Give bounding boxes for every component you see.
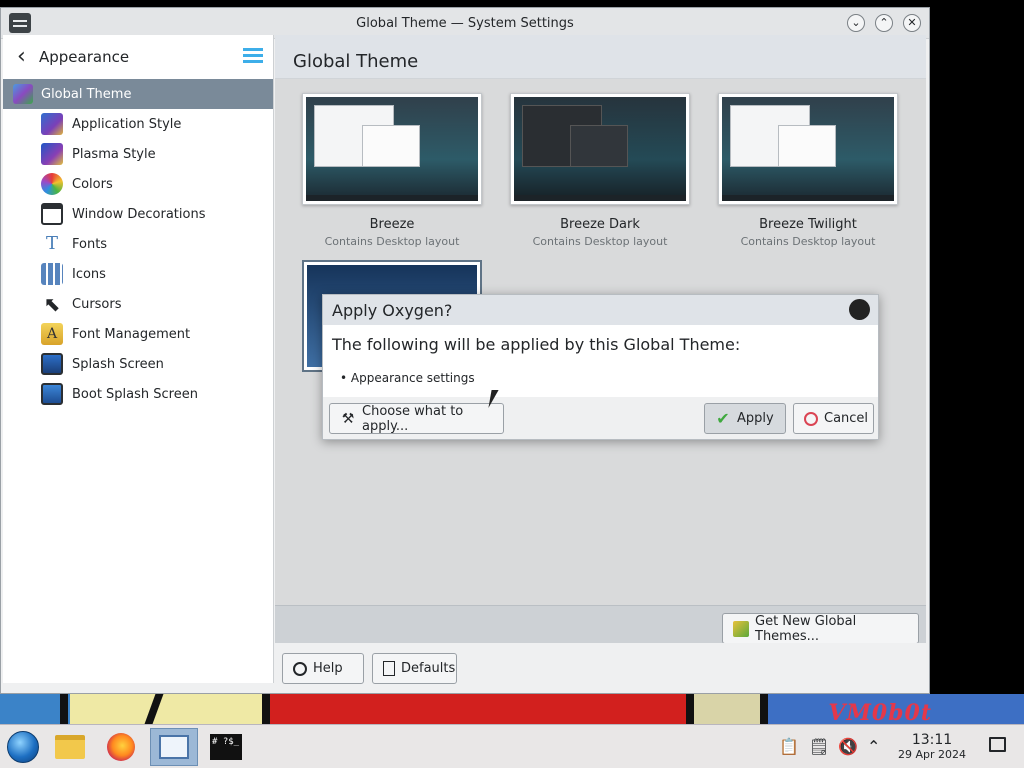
global-theme-icon: [13, 84, 33, 104]
sidebar-back-label[interactable]: Appearance: [39, 48, 129, 66]
dialog-titlebar[interactable]: Apply Oxygen?: [323, 295, 878, 325]
theme-name: Breeze: [369, 217, 415, 232]
clock-time[interactable]: 13:11: [894, 732, 970, 748]
sidebar-item-label: Window Decorations: [72, 206, 206, 222]
taskbar: # ?$_ 📋 🗒 🔇 ⌃: [0, 724, 1024, 768]
tools-icon: ⚒: [341, 410, 355, 427]
checkmark-icon: ✔: [716, 408, 730, 428]
window-title: Global Theme — System Settings: [356, 16, 574, 31]
theme-card-breeze-dark[interactable]: Breeze Dark Contains Desktop layout: [496, 93, 704, 248]
sidebar-item-global-theme[interactable]: Global Theme: [3, 79, 273, 109]
dialog-body: The following will be applied by this Gl…: [323, 325, 878, 397]
tray-expand-icon[interactable]: ⌃: [867, 737, 880, 757]
help-button[interactable]: Help: [282, 653, 364, 684]
plasma-style-icon: [41, 143, 63, 165]
wallpaper-watermark: VM0b0t: [828, 700, 932, 726]
theme-subtitle: Contains Desktop layout: [740, 235, 876, 248]
defaults-button[interactable]: Defaults: [372, 653, 457, 684]
page-title: Global Theme: [275, 35, 926, 79]
download-icon: [733, 620, 749, 637]
sidebar-header: ‹ Appearance: [3, 35, 273, 79]
cursors-icon: ⬉: [43, 292, 61, 316]
show-desktop-icon[interactable]: [989, 737, 1006, 752]
sidebar-item-application-style[interactable]: Application Style: [3, 109, 273, 139]
sidebar-item-label: Fonts: [72, 236, 108, 252]
theme-name: Breeze Dark: [560, 217, 640, 232]
colors-icon: [41, 173, 63, 195]
firefox-launcher[interactable]: [100, 728, 142, 766]
hamburger-menu-icon[interactable]: [243, 48, 263, 64]
boot-splash-screen-icon: [41, 383, 63, 405]
file-manager-launcher[interactable]: [49, 728, 91, 766]
start-orb-icon: [7, 731, 39, 763]
sidebar-item-label: Icons: [72, 266, 106, 282]
sidebar-item-colors[interactable]: Colors: [3, 169, 273, 199]
sidebar-item-plasma-style[interactable]: Plasma Style: [3, 139, 273, 169]
window-decorations-icon: [41, 203, 63, 225]
theme-card-breeze[interactable]: Breeze Contains Desktop layout: [288, 93, 496, 248]
back-arrow-icon[interactable]: ‹: [17, 46, 37, 68]
sidebar-item-icons[interactable]: Icons: [3, 259, 273, 289]
sidebar-item-label: Splash Screen: [72, 356, 164, 372]
apply-theme-dialog: Apply Oxygen? The following will be appl…: [322, 294, 879, 440]
system-settings-task[interactable]: [150, 728, 198, 766]
help-icon: [293, 661, 307, 676]
apply-button[interactable]: ✔ Apply: [704, 403, 786, 434]
minimize-button[interactable]: ⌄: [847, 14, 865, 32]
theme-preview[interactable]: [302, 93, 482, 205]
sidebar-item-label: Global Theme: [41, 86, 132, 102]
notes-icon[interactable]: 🗒: [809, 737, 829, 757]
theme-preview[interactable]: [718, 93, 898, 205]
volume-muted-icon[interactable]: 🔇: [838, 737, 858, 757]
application-style-icon: [41, 113, 63, 135]
theme-name: Breeze Twilight: [759, 217, 857, 232]
sidebar-item-boot-splash-screen[interactable]: Boot Splash Screen: [3, 379, 273, 409]
theme-card-breeze-twilight[interactable]: Breeze Twilight Contains Desktop layout: [704, 93, 912, 248]
font-management-icon: A: [41, 323, 63, 345]
footer: Help Defaults: [275, 643, 926, 684]
sidebar-item-label: Boot Splash Screen: [72, 386, 198, 402]
clock-date[interactable]: 29 Apr 2024: [894, 748, 970, 761]
sidebar-item-fonts[interactable]: T Fonts: [3, 229, 273, 259]
maximize-button[interactable]: ⌃: [875, 14, 893, 32]
dialog-buttons: ⚒ Choose what to apply... ✔ Apply Cancel: [323, 397, 878, 441]
close-button[interactable]: ✕: [903, 14, 921, 32]
icons-icon: [41, 263, 63, 285]
choose-what-to-apply-button[interactable]: ⚒ Choose what to apply...: [329, 403, 504, 434]
start-menu-button[interactable]: [2, 728, 44, 766]
system-settings-icon: [159, 735, 189, 759]
folder-icon: [55, 735, 85, 759]
sidebar-item-splash-screen[interactable]: Splash Screen: [3, 349, 273, 379]
sidebar-item-font-management[interactable]: A Font Management: [3, 319, 273, 349]
splash-screen-icon: [41, 353, 63, 375]
sidebar-item-window-decorations[interactable]: Window Decorations: [3, 199, 273, 229]
firefox-icon: [107, 733, 135, 761]
terminal-icon: # ?$_: [210, 734, 242, 760]
dialog-close-icon[interactable]: [849, 299, 870, 320]
sidebar-item-label: Application Style: [72, 116, 182, 132]
document-icon: [383, 661, 395, 676]
clipboard-icon[interactable]: 📋: [779, 737, 799, 757]
dialog-list-item: • Appearance settings: [340, 371, 475, 385]
sidebar-item-label: Plasma Style: [72, 146, 156, 162]
cancel-button[interactable]: Cancel: [793, 403, 874, 434]
sidebar-item-label: Colors: [72, 176, 113, 192]
dialog-heading: The following will be applied by this Gl…: [332, 335, 741, 354]
fonts-icon: T: [45, 233, 58, 254]
dialog-title: Apply Oxygen?: [332, 301, 453, 320]
sidebar-item-cursors[interactable]: ⬉ Cursors: [3, 289, 273, 319]
theme-actions-bar: Get New Global Themes...: [275, 605, 926, 644]
sidebar-item-label: Font Management: [72, 326, 191, 342]
sidebar: ‹ Appearance Global Theme Application St…: [3, 35, 274, 683]
sidebar-item-label: Cursors: [72, 296, 122, 312]
terminal-task[interactable]: # ?$_: [205, 728, 247, 766]
theme-subtitle: Contains Desktop layout: [324, 235, 460, 248]
get-new-themes-button[interactable]: Get New Global Themes...: [722, 613, 919, 644]
cancel-icon: [804, 411, 818, 426]
theme-preview[interactable]: [510, 93, 690, 205]
theme-subtitle: Contains Desktop layout: [532, 235, 668, 248]
